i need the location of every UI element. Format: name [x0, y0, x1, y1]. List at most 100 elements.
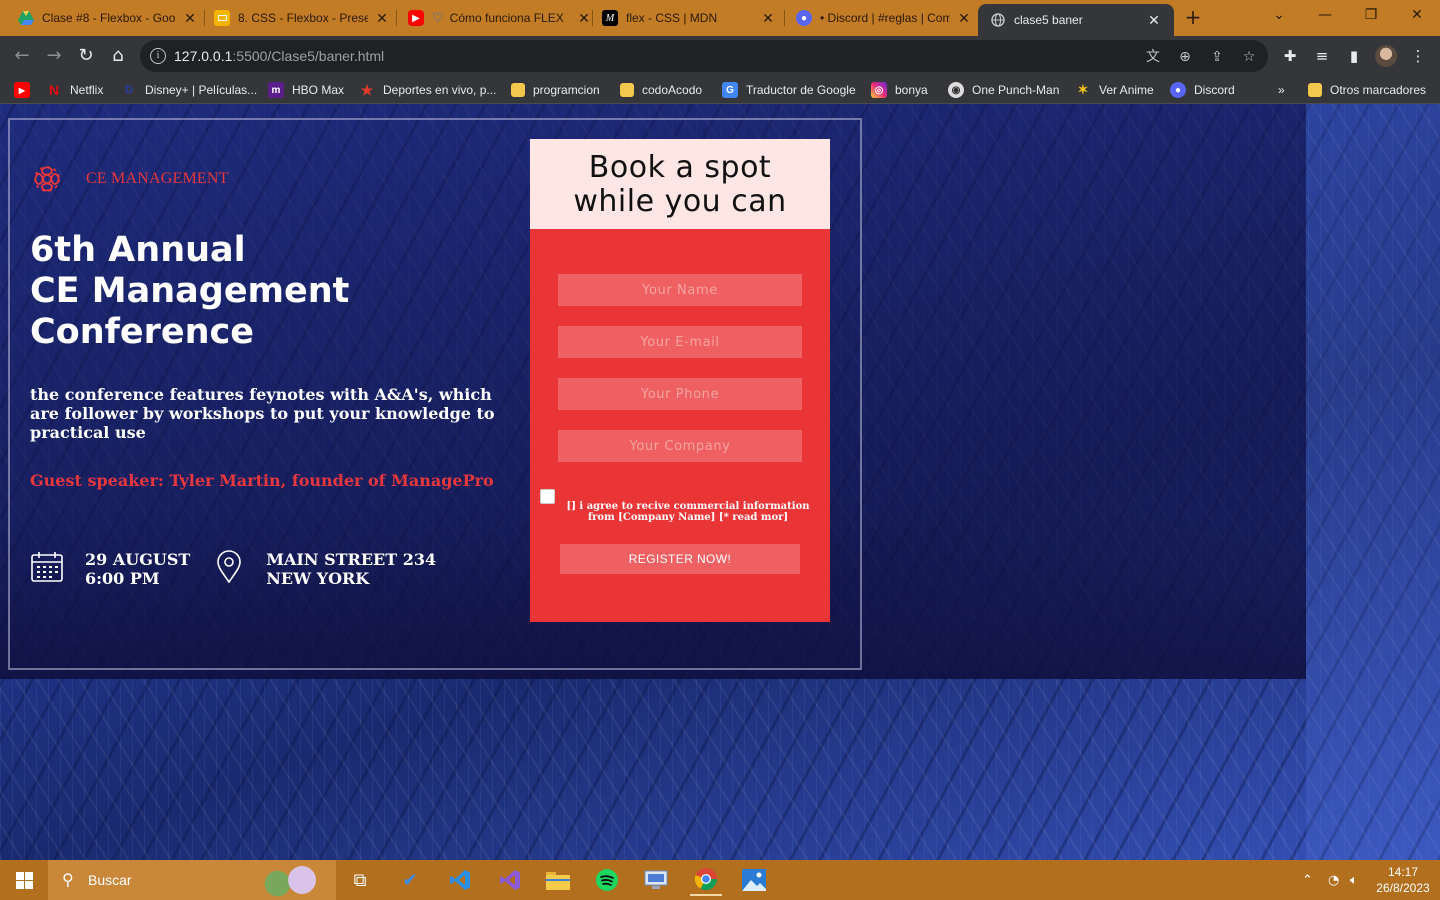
- chrome-icon[interactable]: [690, 864, 722, 896]
- tab-discord[interactable]: ● • Discord | #reglas | Com ✕: [796, 4, 972, 32]
- tab-clase8[interactable]: Clase #8 - Flexbox - Goo ✕: [18, 4, 198, 32]
- disney-icon: D: [125, 84, 133, 96]
- bookmark-google-translate[interactable]: G Traductor de Google: [722, 80, 856, 100]
- bookmarks-overflow-button[interactable]: »: [1278, 80, 1285, 100]
- calendar-icon: [31, 552, 63, 582]
- folder-icon: [1308, 83, 1322, 97]
- folder-icon: [511, 83, 525, 97]
- tab-search-chevron-icon[interactable]: ⌄: [1256, 0, 1302, 32]
- youtube-icon: ▶: [408, 10, 424, 26]
- consent-text: [] i agree to recive commercial informat…: [566, 501, 810, 523]
- bookmark-discord[interactable]: ● Discord: [1170, 80, 1235, 100]
- google-drive-icon: [18, 10, 34, 26]
- todo-app-icon[interactable]: ✔: [394, 864, 426, 896]
- windows-taskbar: ⚲ Buscar ⧉ ✔ ⌃ ◔ 🔈︎ 14:17 26/8/2023: [0, 860, 1440, 900]
- bookmark-star-icon[interactable]: ☆: [1240, 48, 1258, 66]
- wifi-icon[interactable]: ◔: [1328, 860, 1339, 900]
- bookmark-folder-codoacodo[interactable]: codoAcodo: [620, 80, 702, 100]
- tab-mdn-flex[interactable]: M flex - CSS | MDN ✕: [602, 4, 776, 32]
- task-view-icon[interactable]: ⧉: [344, 864, 376, 896]
- page-title: 6th Annual CE Management Conference: [30, 230, 350, 352]
- url-text[interactable]: 127.0.0.1:5500/Clase5/baner.html: [174, 48, 384, 64]
- bookmark-ver-anime[interactable]: ✶ Ver Anime: [1075, 80, 1154, 100]
- bookmark-hbo-max[interactable]: m HBO Max: [268, 80, 344, 100]
- volume-icon[interactable]: 🔈︎: [1350, 860, 1358, 900]
- minimize-button[interactable]: —: [1302, 0, 1348, 32]
- browser-tab-strip: Clase #8 - Flexbox - Goo ✕ 8. CSS - Flex…: [0, 0, 1440, 36]
- name-input[interactable]: [558, 274, 802, 306]
- bookmark-deportes[interactable]: ★ Deportes en vivo, p...: [359, 80, 497, 100]
- restore-button[interactable]: ❐: [1348, 0, 1394, 32]
- anime-icon: ✶: [1077, 82, 1089, 97]
- tab-close-icon[interactable]: ✕: [374, 10, 390, 27]
- tab-separator: [784, 10, 785, 26]
- brand: CE MANAGEMENT: [30, 162, 229, 196]
- back-button[interactable]: ←: [10, 44, 34, 68]
- menu-kebab-icon[interactable]: ⋮: [1408, 46, 1428, 66]
- reading-list-icon[interactable]: ≡: [1312, 46, 1332, 66]
- bookmark-youtube[interactable]: ▶: [14, 80, 38, 100]
- heart-icon: ♡: [432, 10, 444, 25]
- photos-app-icon[interactable]: [738, 864, 770, 896]
- translate-icon[interactable]: 文: [1144, 48, 1162, 66]
- event-address: MAIN STREET 234 NEW YORK: [266, 550, 437, 588]
- tab-clase5-baner[interactable]: clase5 baner ✕: [978, 4, 1174, 36]
- tab-separator: [204, 10, 205, 26]
- company-input[interactable]: [558, 430, 802, 462]
- email-input[interactable]: [558, 326, 802, 358]
- tab-close-icon[interactable]: ✕: [956, 10, 972, 27]
- bookmark-folder-programcion[interactable]: programcion: [511, 80, 600, 100]
- youtube-icon: ▶: [14, 82, 30, 98]
- tab-separator: [592, 10, 593, 26]
- tab-close-icon[interactable]: ✕: [576, 10, 592, 27]
- reload-button[interactable]: ↻: [74, 44, 98, 68]
- tab-como-funciona-flex[interactable]: ▶ ♡ Cómo funciona FLEX ✕: [408, 4, 592, 32]
- bookmark-otros-marcadores[interactable]: Otros marcadores: [1308, 80, 1426, 100]
- tab-close-icon[interactable]: ✕: [1146, 12, 1162, 29]
- bookmark-one-punch-man[interactable]: ◉ One Punch-Man: [948, 80, 1059, 100]
- bookmark-bonya[interactable]: ◎ bonya: [871, 80, 928, 100]
- remote-desktop-icon[interactable]: [640, 864, 672, 896]
- consent-checkbox[interactable]: [540, 489, 555, 504]
- taskbar-search[interactable]: ⚲ Buscar: [48, 860, 336, 900]
- side-panel-icon[interactable]: ▮: [1344, 46, 1364, 66]
- address-bar[interactable]: i 127.0.0.1:5500/Clase5/baner.html 文 ⊕ ⇪…: [140, 40, 1268, 72]
- spotify-icon[interactable]: [591, 864, 623, 896]
- new-tab-button[interactable]: +: [1182, 6, 1204, 28]
- file-explorer-icon[interactable]: [542, 864, 574, 896]
- tab-css-flexbox-presentation[interactable]: 8. CSS - Flexbox - Presen ✕: [214, 4, 390, 32]
- share-icon[interactable]: ⇪: [1208, 48, 1226, 66]
- visual-studio-icon[interactable]: [494, 864, 526, 896]
- close-window-button[interactable]: ✕: [1394, 0, 1440, 32]
- forward-button[interactable]: →: [42, 44, 66, 68]
- form-heading: Book a spot while you can: [530, 139, 830, 229]
- extensions-icon[interactable]: ✚: [1280, 46, 1300, 66]
- bookmarks-bar: ▶ N Netflix D Disney+ | Películas... m H…: [0, 76, 1440, 104]
- windows-start-button[interactable]: [0, 860, 48, 900]
- site-info-icon[interactable]: i: [150, 48, 166, 64]
- translate-icon: G: [722, 82, 738, 98]
- windows-logo-icon: [15, 871, 33, 889]
- tab-close-icon[interactable]: ✕: [760, 10, 776, 27]
- search-icon: ⚲: [62, 870, 74, 889]
- ce-management-logo-icon: [34, 166, 60, 192]
- tab-close-icon[interactable]: ✕: [182, 10, 198, 27]
- tray-chevron-icon[interactable]: ⌃: [1302, 860, 1313, 900]
- taskbar-clock[interactable]: 14:17 26/8/2023: [1372, 864, 1434, 896]
- discord-icon: ●: [1170, 82, 1186, 98]
- zoom-icon[interactable]: ⊕: [1176, 48, 1194, 66]
- guest-speaker: Guest speaker: Tyler Martin, founder of …: [30, 471, 494, 490]
- phone-input[interactable]: [558, 378, 802, 410]
- bookmark-netflix[interactable]: N Netflix: [46, 80, 103, 100]
- vscode-icon[interactable]: [444, 864, 476, 896]
- browser-toolbar: ← → ↻ ⌂ i 127.0.0.1:5500/Clase5/baner.ht…: [0, 36, 1440, 76]
- home-icon[interactable]: ⌂: [106, 44, 130, 68]
- location-pin-icon: [217, 550, 242, 584]
- conference-description: the conference features feynotes with A&…: [30, 385, 495, 442]
- onepunch-icon: ◉: [948, 82, 964, 98]
- register-button[interactable]: REGISTER NOW!: [560, 544, 800, 574]
- page-viewport: CE MANAGEMENT 6th Annual CE Management C…: [0, 104, 1440, 860]
- brand-name: CE MANAGEMENT: [86, 170, 229, 187]
- bookmark-disney[interactable]: D Disney+ | Películas...: [121, 80, 257, 100]
- profile-avatar[interactable]: [1375, 45, 1397, 67]
